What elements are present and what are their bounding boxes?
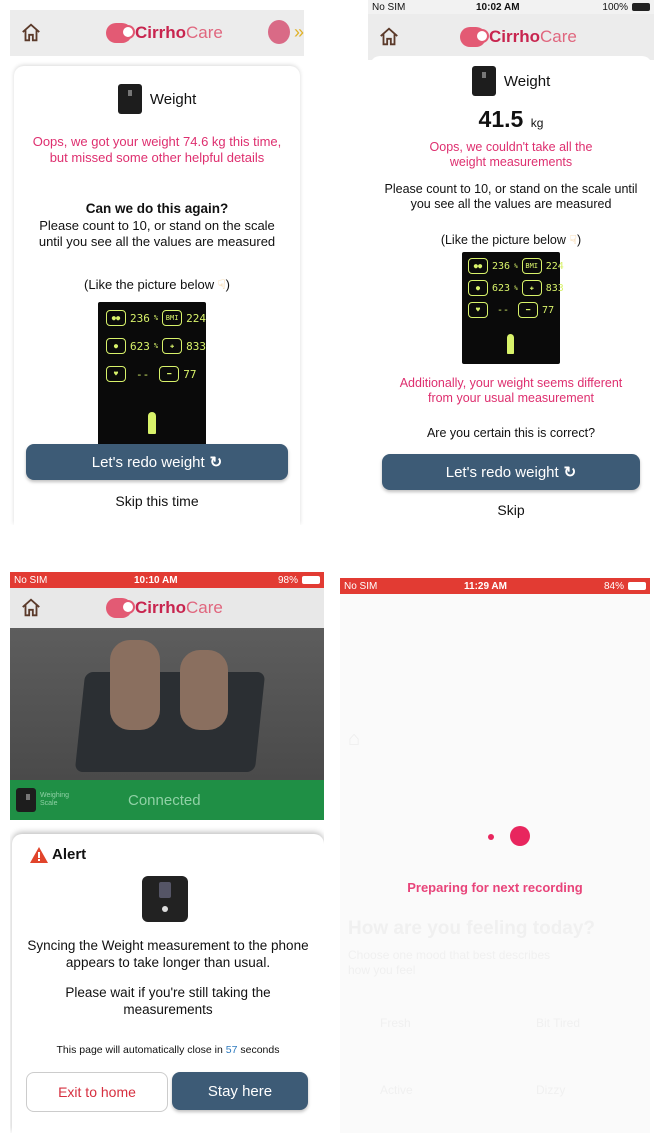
scale-display-image: ●● 236% BMI 224 ● 623% ✚ 833 ♥ -- ━ 77 [462, 252, 564, 364]
background-option-active: Active [380, 1083, 413, 1097]
pointing-hand-icon: ☟ [569, 233, 577, 247]
battery-icon [302, 576, 320, 584]
modal-sheet: Weight Oops, we got your weight 74.6 kg … [14, 66, 300, 525]
refresh-icon: ↻ [563, 464, 577, 481]
picture-hint: (Like the picture below ☟) [440, 233, 582, 247]
scale-display-image: ●● 236% BMI 224 ● 623% ✚ 833 ♥ -- ━ 77 [98, 302, 206, 452]
home-icon[interactable] [20, 22, 42, 44]
scale-icon [471, 66, 496, 96]
app-bar: Cirrho Care [368, 14, 654, 60]
pointing-hand-icon: ☟ [217, 277, 226, 292]
weight-header: Weight [14, 84, 300, 114]
connected-label: Connected [128, 791, 201, 809]
wait-message: Please wait if you're still taking the m… [65, 985, 271, 1017]
skip-button[interactable]: Skip [370, 502, 652, 518]
carrier-label: No SIM [14, 574, 48, 586]
battery-percent: 98% [277, 574, 298, 586]
alert-header: Alert [30, 846, 86, 863]
background-option-dizzy: Dizzy [536, 1083, 566, 1097]
preparing-text: Preparing for next recording [407, 880, 583, 895]
background-option-bit-tired: Bit Tired [536, 1016, 581, 1030]
panel-weight-retry: Cirrho Care » Weight Oops, we got your we… [10, 10, 304, 525]
forward-arrows-icon[interactable]: » [294, 22, 304, 43]
scale-icon [16, 788, 36, 812]
warning-icon [30, 846, 48, 863]
battery-icon [628, 582, 646, 590]
home-icon[interactable] [20, 597, 42, 619]
sync-message: Syncing the Weight measurement to the ph… [27, 938, 309, 970]
background-option-fresh: Fresh [380, 1016, 411, 1030]
scale-photo-feet [110, 640, 160, 730]
clock: 11:29 AM [464, 580, 507, 592]
weight-title: Weight [503, 72, 551, 90]
scale-device-icon [142, 876, 188, 922]
background-home-icon: ⌂ [348, 728, 361, 750]
app-logo: Cirrho Care [106, 598, 223, 618]
carrier-label: No SIM [344, 580, 378, 592]
app-bar: Cirrho Care » [10, 10, 304, 56]
scale-icon [117, 84, 142, 114]
confirm-question: Are you certain this is correct? [426, 426, 596, 440]
device-label: Weighing Scale [40, 792, 70, 807]
modal-sheet: Weight 41.5 kg Oops, we couldn't take al… [370, 56, 652, 530]
weight-header: Weight [370, 66, 652, 96]
warning-text: Oops, we got your weight 74.6 kg this ti… [32, 134, 282, 165]
brain-icon [268, 20, 290, 44]
status-bar: No SIM 10:10 AM 98% [10, 572, 324, 588]
stay-here-button[interactable]: Stay here [172, 1072, 308, 1110]
app-logo: Cirrho Care [460, 27, 577, 47]
battery-percent: 84% [603, 580, 624, 592]
question-text: Can we do this again? [85, 201, 229, 216]
carrier-label: No SIM [372, 1, 406, 13]
connected-bar: Weighing Scale Connected [10, 780, 324, 820]
app-bar: Cirrho Care [10, 588, 324, 628]
instruction-text: Please count to 10, or stand on the scal… [38, 218, 276, 249]
redo-weight-button[interactable]: Let's redo weight ↻ [26, 444, 288, 480]
skip-this-time-button[interactable]: Skip this time [14, 493, 300, 509]
scale-photo-platform [74, 672, 266, 772]
app-logo: Cirrho Care [106, 23, 223, 43]
warning-text: Oops, we couldn't take all the weight me… [429, 140, 593, 169]
loading-dot-small [488, 834, 494, 840]
refresh-icon: ↻ [209, 454, 223, 471]
exit-to-home-button[interactable]: Exit to home [26, 1072, 168, 1112]
alert-sheet: Alert Syncing the Weight measurement to … [12, 834, 324, 1133]
background-subtitle: Choose one mood that best describes how … [348, 948, 551, 977]
person-figure-icon [507, 334, 514, 354]
weight-value: 41.5 kg [478, 106, 544, 132]
instruction-text: Please count to 10, or stand on the scal… [384, 182, 638, 211]
countdown-value: 57 [225, 1044, 238, 1056]
panel-sync-alert: No SIM 10:10 AM 98% Cirrho Care Weighing S… [10, 572, 324, 1133]
battery-percent: 100% [602, 1, 628, 13]
scale-photo [10, 628, 324, 780]
weight-title: Weight [149, 90, 197, 108]
extra-warning-text: Additionally, your weight seems differen… [399, 376, 623, 405]
panel-preparing: No SIM 11:29 AM 84% ⌂ How are you feelin… [340, 578, 650, 1133]
person-figure-icon [148, 412, 156, 434]
loading-dot-large [510, 826, 530, 846]
countdown-text: This page will automatically close in 57… [56, 1044, 280, 1056]
clock: 10:02 AM [476, 1, 520, 13]
status-bar: No SIM 11:29 AM 84% [340, 578, 650, 594]
clock: 10:10 AM [134, 574, 178, 586]
status-bar: No SIM 10:02 AM 100% [368, 0, 654, 14]
battery-icon [632, 3, 650, 11]
background-title: How are you feeling today? [348, 918, 596, 939]
panel-weight-confirm: No SIM 10:02 AM 100% Cirrho Care Weight 4… [368, 0, 654, 530]
home-icon[interactable] [378, 26, 400, 48]
picture-hint: (Like the picture below ☟) [84, 277, 230, 292]
redo-weight-button[interactable]: Let's redo weight ↻ [382, 454, 640, 490]
